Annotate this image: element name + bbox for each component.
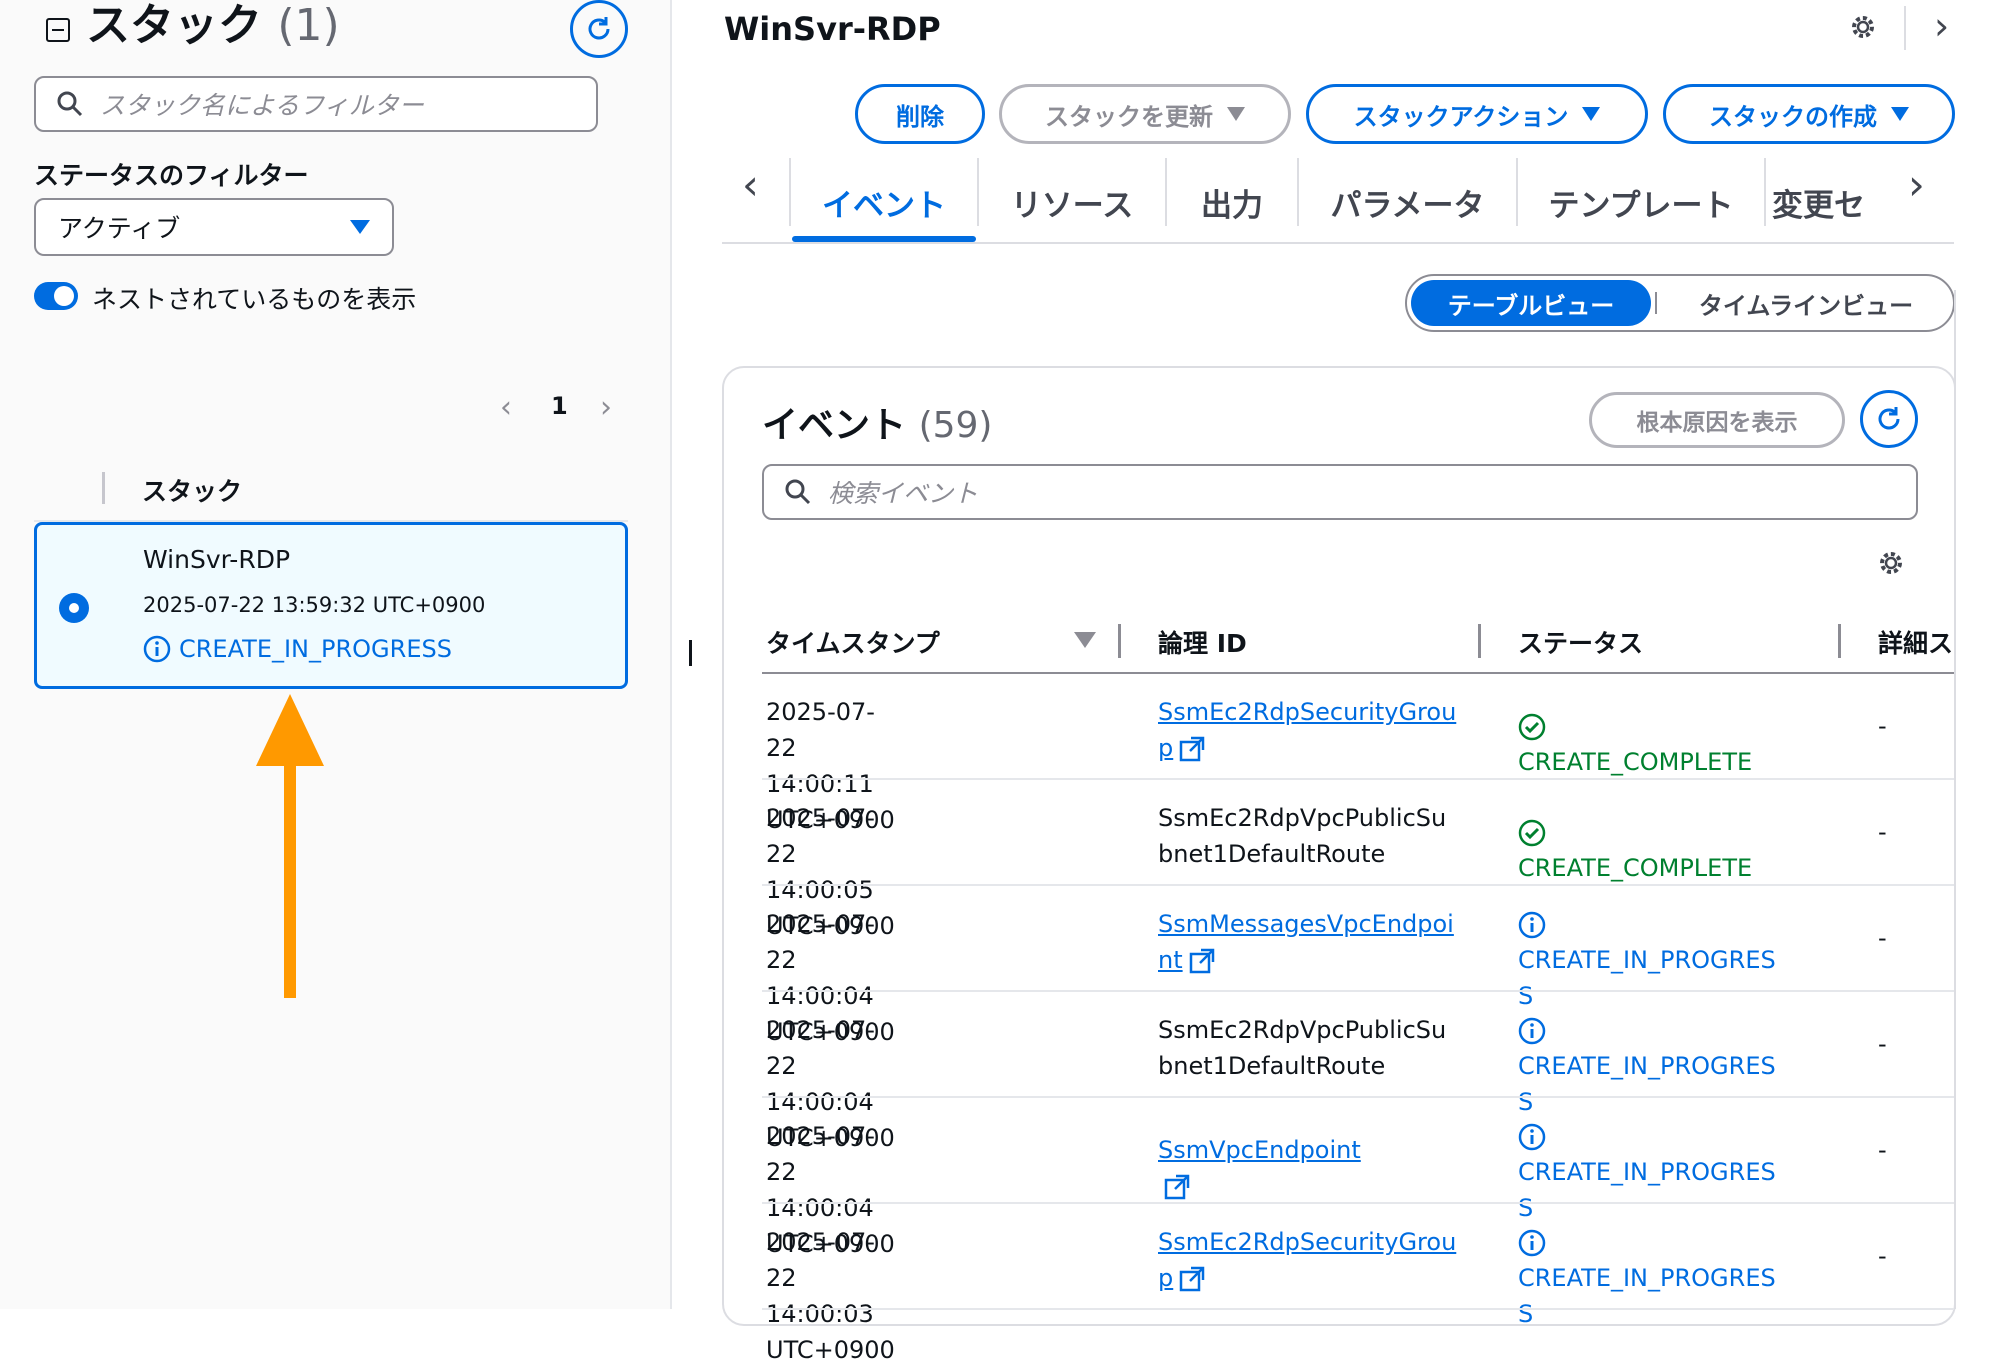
page-number[interactable]: 1	[551, 392, 568, 420]
info-icon	[1518, 1229, 1546, 1257]
info-icon	[143, 635, 171, 663]
next-page-icon[interactable]: ›	[600, 390, 612, 425]
events-count: (59)	[918, 405, 993, 446]
tab-change-sets[interactable]: 変更セ	[1772, 162, 1892, 242]
event-timestamp: 2025-07-22 14:00:03 UTC+0900	[766, 1228, 895, 1364]
col-header-timestamp[interactable]: タイムスタンプ	[766, 624, 940, 660]
prev-page-icon[interactable]: ‹	[500, 390, 512, 425]
caret-down-icon	[350, 220, 370, 234]
refresh-events-button[interactable]	[1860, 390, 1918, 448]
stack-name[interactable]: WinSvr-RDP	[143, 545, 290, 574]
stack-filter-input[interactable]: スタック名によるフィルター	[34, 76, 598, 132]
nested-toggle-label: ネストされているものを表示	[92, 285, 417, 314]
status-filter-select[interactable]: アクティブ	[34, 198, 394, 256]
stack-column-header: スタック	[142, 477, 243, 506]
external-link-icon	[1164, 1174, 1190, 1200]
stacks-panel: スタック (1) スタック名によるフィルター ステータスのフィルター アクティブ…	[0, 0, 672, 1309]
collapse-icon[interactable]	[46, 18, 70, 42]
event-logical-id: SsmEc2RdpVpcPublicSu bnet1DefaultRoute	[1158, 804, 1447, 868]
col-header-logical-id[interactable]: 論理 ID	[1158, 624, 1247, 660]
event-status: CREATE_COMPLETE	[1518, 814, 1752, 886]
event-detail: -	[1878, 924, 1887, 952]
event-status: CREATE_COMPLETE	[1518, 708, 1752, 780]
event-logical-id[interactable]: SsmMessagesVpcEndpoi nt	[1158, 906, 1454, 978]
event-search-placeholder: 検索イベント	[828, 479, 979, 508]
root-cause-button[interactable]: 根本原因を表示	[1589, 392, 1845, 448]
external-link-icon	[1179, 736, 1205, 762]
delete-button[interactable]: 削除	[855, 84, 985, 144]
table-settings-gear-icon[interactable]	[1876, 548, 1906, 578]
event-status: CREATE_IN_PROGRES S	[1518, 1224, 1776, 1332]
event-detail: -	[1878, 1242, 1887, 1270]
col-header-status[interactable]: ステータス	[1518, 624, 1643, 660]
caret-down-icon	[1582, 107, 1601, 121]
annotation-arrow	[256, 694, 324, 998]
search-icon	[57, 91, 83, 117]
event-detail: -	[1878, 712, 1887, 740]
sort-desc-icon[interactable]	[1074, 632, 1096, 648]
view-toggle: テーブルビュー タイムラインビュー	[1405, 274, 1955, 332]
event-detail: -	[1878, 818, 1887, 846]
stack-actions-button[interactable]: スタックアクション	[1306, 84, 1648, 144]
status-filter-label: ステータスのフィルター	[34, 161, 309, 190]
stack-created-time: 2025-07-22 13:59:32 UTC+0900	[143, 593, 486, 617]
event-logical-id[interactable]: SsmVpcEndpoint	[1158, 1132, 1361, 1204]
panel-resize-handle[interactable]	[689, 640, 692, 666]
caret-down-icon	[1227, 107, 1245, 121]
event-detail: -	[1878, 1136, 1887, 1164]
event-logical-id: SsmEc2RdpVpcPublicSu bnet1DefaultRoute	[1158, 1016, 1447, 1080]
check-circle-icon	[1518, 819, 1546, 847]
info-icon	[1518, 1017, 1546, 1045]
tab-parameters[interactable]: パラメータ	[1299, 162, 1516, 242]
stack-filter-placeholder: スタック名によるフィルター	[100, 91, 424, 120]
stacks-title: スタック (1)	[86, 0, 340, 51]
search-icon	[785, 479, 811, 505]
info-icon	[1518, 1123, 1546, 1151]
event-logical-id[interactable]: SsmEc2RdpSecurityGrou p	[1158, 694, 1456, 766]
tab-scroll-right-icon[interactable]: ›	[1908, 160, 1925, 209]
tab-scroll-left-icon[interactable]: ‹	[742, 160, 759, 209]
refresh-icon	[588, 17, 610, 40]
event-status: CREATE_IN_PROGRES S	[1518, 906, 1776, 1014]
events-title: イベント (59)	[762, 405, 993, 446]
event-status: CREATE_IN_PROGRES S	[1518, 1012, 1776, 1120]
info-icon	[1518, 911, 1546, 939]
tab-template[interactable]: テンプレート	[1518, 162, 1764, 242]
col-header-detail[interactable]: 詳細ス	[1878, 624, 1954, 660]
column-divider	[102, 472, 105, 504]
close-panel-icon[interactable]: ›	[1934, 4, 1949, 48]
radio-selected[interactable]	[59, 593, 89, 623]
nested-toggle[interactable]	[34, 282, 78, 310]
external-link-icon	[1179, 1266, 1205, 1292]
event-detail: -	[1878, 1030, 1887, 1058]
caret-down-icon	[1891, 107, 1909, 121]
event-search-input[interactable]: 検索イベント	[762, 464, 1918, 520]
refresh-stacks-button[interactable]	[570, 0, 628, 58]
gear-icon[interactable]	[1848, 12, 1878, 42]
create-stack-button[interactable]: スタックの作成	[1663, 84, 1955, 144]
tab-resources[interactable]: リソース	[979, 162, 1165, 242]
stacks-count: (1)	[277, 0, 340, 51]
event-status: CREATE_IN_PROGRES S	[1518, 1118, 1776, 1226]
refresh-icon	[1878, 407, 1900, 430]
right-edge	[1954, 290, 1956, 1309]
update-stack-button[interactable]: スタックを更新	[999, 84, 1291, 144]
event-logical-id[interactable]: SsmEc2RdpSecurityGrou p	[1158, 1224, 1456, 1296]
table-view-button[interactable]: テーブルビュー	[1411, 280, 1651, 326]
status-filter-value: アクティブ	[58, 214, 181, 243]
tab-outputs[interactable]: 出力	[1167, 162, 1297, 242]
stack-row-selected[interactable]: WinSvr-RDP 2025-07-22 13:59:32 UTC+0900 …	[34, 522, 628, 689]
check-circle-icon	[1518, 713, 1546, 741]
timeline-view-button[interactable]: タイムラインビュー	[1663, 280, 1949, 326]
tab-events[interactable]: イベント	[792, 162, 976, 242]
external-link-icon	[1189, 948, 1214, 974]
stack-status: CREATE_IN_PROGRESS	[143, 635, 452, 663]
stack-title: WinSvr-RDP	[724, 10, 941, 48]
